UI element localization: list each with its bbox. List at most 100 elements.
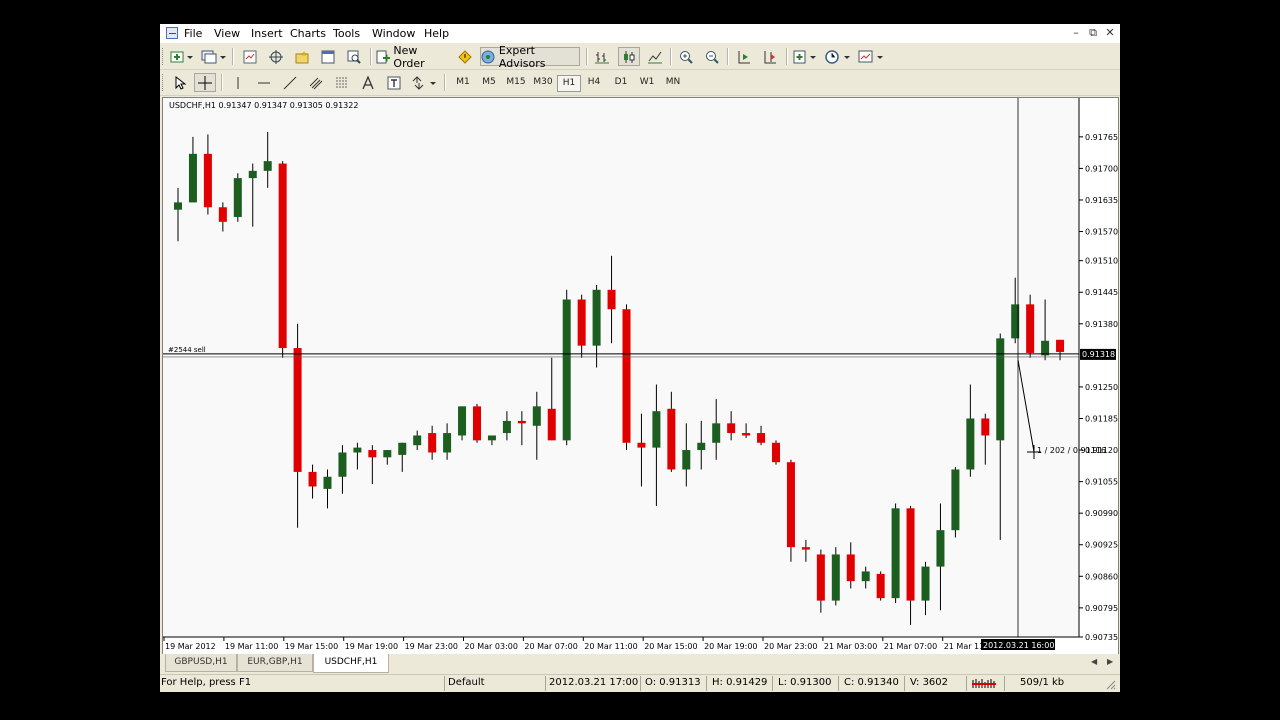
expert-advisors-icon [481,50,495,63]
chart-window[interactable]: 0.91765 0.91700 0.91635 0.91570 0.91510 0.914… [162,97,1119,658]
candle-body [428,433,437,453]
timeframe-m30[interactable]: M30 [530,75,556,90]
trendline-button[interactable] [280,73,300,92]
candle-body [607,289,616,310]
cursor-button[interactable] [169,73,189,92]
strategy-tester-button[interactable] [344,47,364,66]
candle-body [622,309,631,443]
menu-window[interactable]: Window [372,27,415,40]
candle-body [712,423,721,443]
crosshair-button[interactable] [194,73,216,92]
periods-button[interactable] [824,47,852,66]
new-chart-button[interactable] [169,47,195,66]
menu-help[interactable]: Help [424,27,449,40]
timeframe-m5[interactable]: M5 [478,75,500,90]
new-order-label: New Order [393,43,425,70]
crosshair-target-icon [269,49,283,64]
candle-body [487,435,496,441]
candle-body [652,411,661,448]
candle-body [443,433,452,453]
toolbar-grip[interactable] [162,48,166,65]
auto-scroll-button[interactable] [734,47,754,66]
fibonacci-button[interactable] [332,73,352,92]
menu-view[interactable]: View [214,27,240,40]
price-label: 0.91570 [1085,228,1118,237]
tab-usdchf-h1[interactable]: USDCHF,H1 [313,654,389,673]
zoom-out-button[interactable] [702,47,722,66]
timeframe-m1[interactable]: M1 [452,75,474,90]
minimize-icon[interactable]: – [1070,26,1082,39]
toolbar-grip[interactable] [162,74,166,91]
candle-body [921,566,930,601]
tab-eur-gbp-h1[interactable]: EUR,GBP,H1 [237,654,313,672]
profiles-button[interactable] [200,47,228,66]
candle-body [592,289,601,346]
price-label: 0.91445 [1085,288,1118,297]
candle-body [293,348,302,472]
line-chart-button[interactable] [645,47,665,66]
chart-shift-button[interactable] [760,47,780,66]
menu-insert[interactable]: Insert [251,27,283,40]
timeframe-mn[interactable]: MN [661,75,685,90]
candle-body [353,447,362,453]
app-icon[interactable] [166,27,178,39]
metaeditor-button[interactable] [456,47,474,66]
close-icon[interactable]: ✕ [1104,26,1116,39]
timeframe-h4[interactable]: H4 [583,75,605,90]
time-label: 20 Mar 15:00 [644,642,697,651]
vertical-line-button[interactable] [228,73,248,92]
diamond-icon [458,49,472,64]
order-label: #2544 sell [168,346,206,354]
tab-scroll-right-icon[interactable]: ▶ [1107,657,1113,666]
new-order-button[interactable]: New Order [376,44,450,70]
horizontal-line-button[interactable] [254,73,274,92]
candle-body [547,408,556,441]
arrows-button[interactable] [410,73,438,92]
restore-icon[interactable]: ⧉ [1087,26,1099,40]
market-watch-button[interactable] [240,47,260,66]
status-open: O: 0.91313 [645,677,701,688]
candle-body [473,406,481,441]
auto-scroll-icon [738,50,750,63]
tab-gbpusd-h1[interactable]: GBPUSD,H1 [165,654,237,672]
candle-body [906,508,915,601]
candle-body [876,573,885,599]
expert-advisors-button[interactable]: Expert Advisors [480,44,580,70]
zoom-in-button[interactable] [676,47,696,66]
timeframe-w1[interactable]: W1 [636,75,658,90]
time-label: 19 Mar 11:00 [225,642,278,651]
text-label-icon [387,76,401,89]
resize-grip-icon[interactable] [1104,678,1116,692]
equidistant-channel-button[interactable] [306,73,326,92]
text-button[interactable] [358,73,378,92]
candlestick-button[interactable] [618,47,640,66]
menu-tools[interactable]: Tools [333,27,360,40]
candle-body [936,530,945,567]
terminal-button[interactable] [318,47,338,66]
text-label-button[interactable] [384,73,404,92]
price-label: 0.90860 [1085,572,1118,581]
timeframe-h1[interactable]: H1 [557,75,581,92]
bar-chart-button[interactable] [592,47,612,66]
candle-body [577,299,586,346]
menu-file[interactable]: File [184,27,202,40]
price-label: 0.90925 [1085,541,1118,550]
star-folder-icon [295,50,309,63]
candle-body [308,471,317,487]
data-window-button[interactable] [266,47,286,66]
tab-scroll-left-icon[interactable]: ◀ [1091,657,1097,666]
text-a-icon [362,75,374,89]
navigator-button[interactable] [292,47,312,66]
time-label: 19 Mar 2012 [165,642,216,651]
menu-charts[interactable]: Charts [290,27,326,40]
candlestick-chart[interactable]: 0.91765 0.91700 0.91635 0.91570 0.91510 0.914… [163,98,1118,657]
timeframe-d1[interactable]: D1 [610,75,632,90]
time-label: 20 Mar 23:00 [764,642,817,651]
templates-button[interactable] [857,47,885,66]
status-datetime: 2012.03.21 17:00 [549,677,639,688]
indicators-button[interactable] [792,47,818,66]
time-label: 20 Mar 03:00 [465,642,518,651]
candle-body [846,554,855,582]
timeframe-m15[interactable]: M15 [503,75,529,90]
time-label: 20 Mar 11:00 [584,642,637,651]
